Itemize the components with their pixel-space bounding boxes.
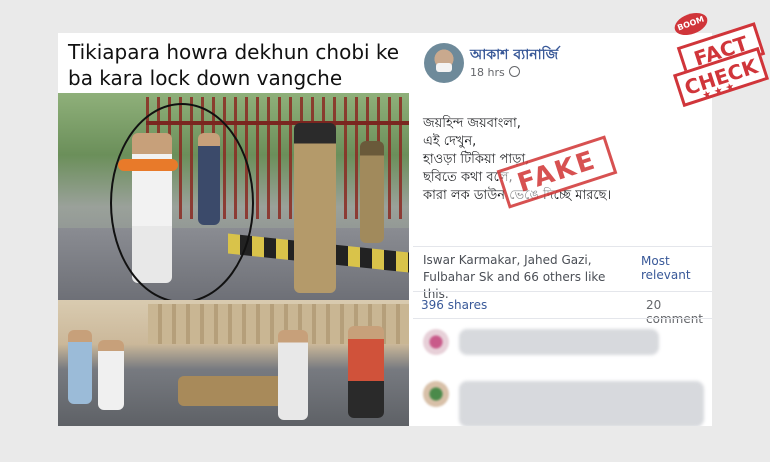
police-background (360, 141, 384, 243)
author-name[interactable]: আকাশ ব্যানার্জি (470, 43, 558, 67)
lathi-charge-photo (58, 300, 409, 426)
author-avatar[interactable] (424, 43, 464, 83)
blurred-comment-text (459, 329, 659, 355)
image-caption: Tikiapara howra dekhun chobi ke ba kara … (68, 40, 400, 90)
fact-check-badge: BOOM FACT CHECK ★ ★ ★ (664, 8, 770, 108)
crowd-person-4 (68, 330, 92, 404)
commenter-avatar (423, 381, 449, 407)
commenter-avatar (423, 329, 449, 355)
viral-image-panel: Tikiapara howra dekhun chobi ke ba kara … (58, 33, 409, 426)
boom-logo: BOOM (671, 8, 711, 40)
likes-summary[interactable]: Iswar Karmakar, Jahed Gazi, Fulbahar Sk … (423, 252, 623, 303)
comments-count[interactable]: 20 comment (646, 298, 712, 326)
time-label: 18 hrs (470, 66, 505, 79)
divider (413, 291, 712, 292)
post-timestamp[interactable]: 18 hrs (470, 66, 520, 79)
divider (413, 318, 712, 319)
crowd-person-1 (278, 330, 308, 420)
crowd-person-3 (98, 340, 124, 410)
blurred-comment (421, 325, 711, 365)
body-line: এই দেখুন, (423, 134, 477, 149)
police-officer (294, 123, 336, 293)
blurred-comment (421, 377, 711, 426)
body-line: জয়হিন্দ জয়বাংলা, (423, 116, 521, 131)
globe-icon (508, 66, 520, 77)
crowd-person-2 (348, 326, 384, 418)
blurred-comment-text (459, 381, 704, 426)
divider (413, 246, 712, 247)
police-street-photo (58, 93, 409, 300)
sort-most-relevant[interactable]: Most relevant (641, 254, 712, 282)
police-fallen (178, 376, 288, 406)
circle-annotation (110, 103, 254, 300)
shares-count[interactable]: 396 shares (421, 298, 487, 312)
post-screenshot-card: Tikiapara howra dekhun chobi ke ba kara … (58, 33, 712, 426)
